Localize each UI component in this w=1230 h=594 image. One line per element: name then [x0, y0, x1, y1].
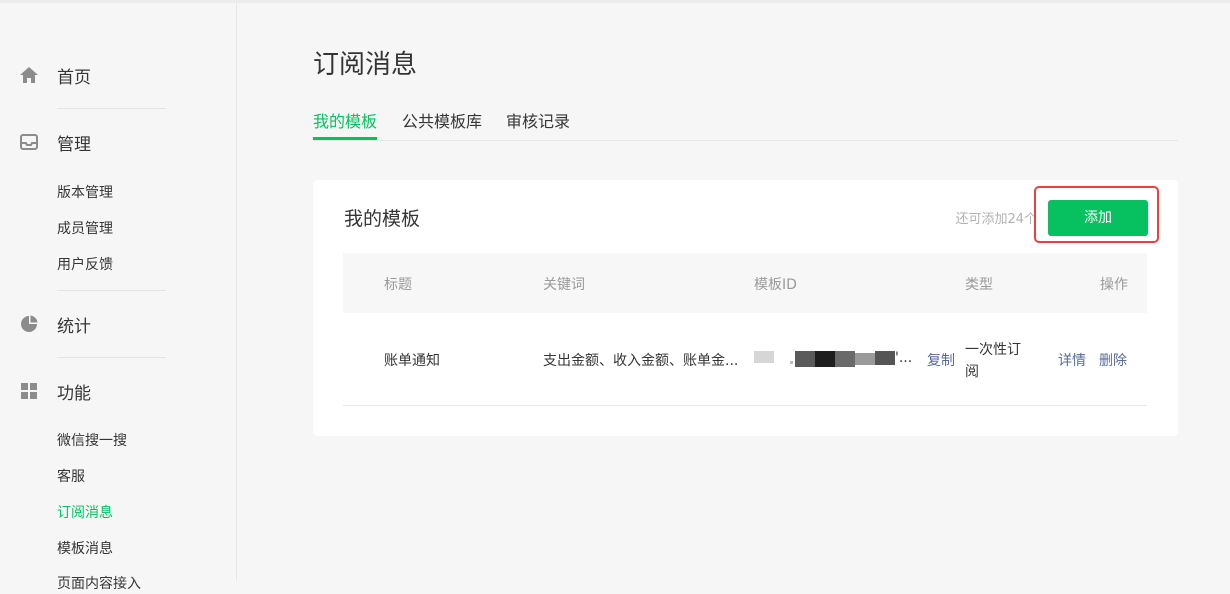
- sidebar-item-template-message[interactable]: 模板消息: [57, 539, 113, 559]
- sidebar-item-wechat-search[interactable]: 微信搜一搜: [57, 431, 127, 451]
- sidebar-item-version-manage[interactable]: 版本管理: [57, 183, 113, 203]
- detail-link[interactable]: 详情: [1058, 350, 1086, 370]
- row-type-line1: 一次性订: [965, 342, 1021, 358]
- sidebar: 首页 管理 版本管理 成员管理 用户反馈 统计 功能 微信搜一搜 客服 订阅消息…: [0, 3, 237, 592]
- sidebar-item-member-manage[interactable]: 成员管理: [57, 219, 113, 239]
- sidebar-divider: [57, 108, 166, 109]
- template-id-ellipsis: '...: [895, 350, 913, 366]
- remaining-count: 还可添加24个: [955, 212, 1037, 227]
- template-card: 我的模板 还可添加24个 添加 标题 关键词 模板ID 类型 操作 账单通知 支…: [313, 180, 1178, 436]
- tab-public-templates[interactable]: 公共模板库: [402, 108, 482, 132]
- copy-link[interactable]: 复制: [927, 350, 955, 370]
- sidebar-item-label: 统计: [57, 316, 91, 337]
- sidebar-item-page-content[interactable]: 页面内容接入: [57, 574, 141, 594]
- card-title: 我的模板: [344, 208, 421, 230]
- sidebar-item-label: 功能: [57, 383, 91, 404]
- sidebar-item-customer-service[interactable]: 客服: [57, 467, 85, 487]
- sidebar-item-home[interactable]: 首页: [0, 55, 236, 95]
- tab-my-templates[interactable]: 我的模板: [313, 108, 377, 132]
- row-title: 账单通知: [384, 353, 440, 369]
- sidebar-item-label: 首页: [57, 67, 91, 88]
- column-header-actions: 操作: [1100, 277, 1128, 293]
- row-type-line2: 阅: [965, 364, 979, 380]
- delete-link[interactable]: 删除: [1099, 350, 1127, 370]
- sidebar-item-label: 管理: [57, 134, 91, 155]
- sidebar-divider: [57, 290, 166, 291]
- column-header-title: 标题: [384, 277, 412, 293]
- inbox-icon: [19, 132, 39, 152]
- page-title: 订阅消息: [313, 50, 418, 80]
- column-header-template-id: 模板ID: [754, 277, 797, 293]
- grid-icon: [19, 381, 39, 401]
- sidebar-item-subscription-message[interactable]: 订阅消息: [57, 503, 113, 523]
- main-content: 订阅消息 我的模板 公共模板库 审核记录 我的模板 还可添加24个 添加 标题 …: [313, 0, 1178, 581]
- sidebar-item-user-feedback[interactable]: 用户反馈: [57, 255, 113, 275]
- active-tab-indicator: [313, 137, 377, 140]
- home-icon: [19, 65, 39, 85]
- tab-bar: 我的模板 公共模板库 审核记录: [313, 104, 1178, 141]
- sidebar-item-stats[interactable]: 统计: [0, 304, 236, 344]
- table-header: 标题 关键词 模板ID 类型 操作: [343, 253, 1147, 313]
- column-header-type: 类型: [965, 277, 993, 293]
- sidebar-item-features[interactable]: 功能: [0, 371, 236, 411]
- sidebar-item-manage[interactable]: 管理: [0, 122, 236, 162]
- tab-review-records[interactable]: 审核记录: [506, 108, 570, 132]
- row-keywords: 支出金额、收入金额、账单金...: [543, 353, 739, 369]
- column-header-keywords: 关键词: [543, 277, 585, 293]
- sidebar-divider: [57, 357, 166, 358]
- table-row: 账单通知 支出金额、收入金额、账单金... '... 复制 一次性订 阅 详情 …: [343, 313, 1147, 406]
- highlight-box: [1034, 186, 1159, 243]
- pie-chart-icon: [19, 314, 39, 334]
